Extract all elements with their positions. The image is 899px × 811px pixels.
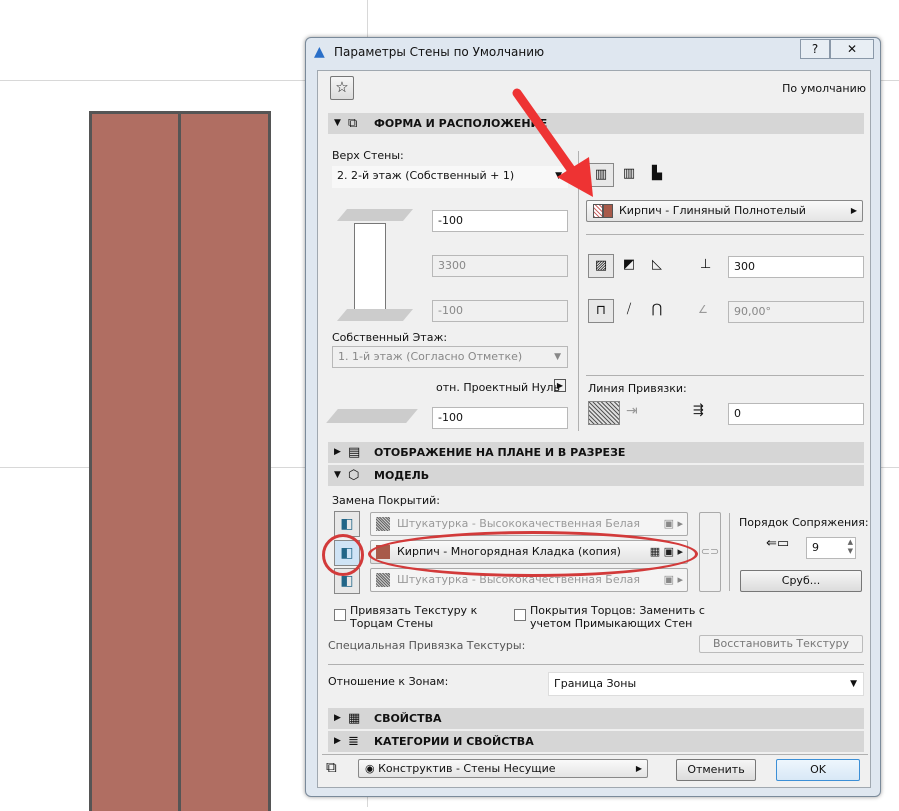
- section-plan-section[interactable]: ▶ ▤ ОТОБРАЖЕНИЕ НА ПЛАНЕ И В РАЗРЕЗЕ: [328, 442, 864, 463]
- reference-offset-field[interactable]: -100: [432, 407, 568, 429]
- wall-left[interactable]: [89, 111, 181, 811]
- annotation-ellipse: [368, 531, 698, 577]
- top-offset-field[interactable]: -100: [432, 210, 568, 232]
- angle-field[interactable]: 90,00°: [728, 301, 864, 323]
- priority-icon: ⇐▭: [766, 536, 790, 551]
- section-model[interactable]: ▼ ⬡ МОДЕЛЬ: [328, 465, 864, 486]
- vertical-wall-icon[interactable]: ⊓: [588, 299, 614, 323]
- thickness-icon: ⊥: [700, 257, 712, 272]
- archicad-logo-icon: ▲: [314, 44, 325, 60]
- close-button[interactable]: ✕: [830, 39, 874, 59]
- divider: [328, 664, 864, 665]
- layer-select[interactable]: ◉ Конструктив - Стены Несущие ▶: [358, 759, 648, 778]
- slanted-wall-icon[interactable]: ⧸: [616, 299, 642, 323]
- priority-label: Порядок Сопряжения:: [739, 516, 869, 529]
- model-icon: ⬡: [348, 468, 360, 483]
- eye-icon: ◉: [365, 762, 379, 775]
- edge-surfaces-checkbox[interactable]: [514, 609, 526, 621]
- reset-texture-button[interactable]: Восстановить Текстуру: [699, 635, 863, 653]
- edge-surfaces-label: Покрытия Торцов: Заменить с учетом Примы…: [530, 604, 705, 630]
- section-properties[interactable]: ▶ ▦ СВОЙСТВА: [328, 708, 864, 729]
- link-surfaces-icon[interactable]: ⊂⊃: [699, 512, 721, 592]
- divider: [729, 513, 730, 591]
- ok-button[interactable]: OK: [776, 759, 860, 781]
- composite-wall-icon[interactable]: ▥: [616, 163, 642, 187]
- top-label: Верх Стены:: [332, 149, 404, 162]
- texture-icon: ▣ ▸: [663, 517, 683, 530]
- building-material-select[interactable]: Кирпич - Глиняный Полнотелый ▶: [586, 200, 863, 222]
- reference-line-offset-field[interactable]: 0: [728, 403, 864, 425]
- surface-override-label: Замена Покрытий:: [332, 494, 441, 507]
- polygon-geometry-icon[interactable]: ◺: [644, 254, 670, 278]
- reference-arrow-button[interactable]: ▶: [554, 379, 566, 392]
- reference-diagram-icon: [326, 409, 418, 423]
- zones-select[interactable]: Граница Зоны ▼: [548, 672, 864, 696]
- reference-line-label: Линия Привязки:: [588, 382, 687, 395]
- categories-icon: ≣: [348, 734, 359, 749]
- priority-stepper[interactable]: 9 ▲ ▼: [806, 537, 856, 559]
- height-field[interactable]: 3300: [432, 255, 568, 277]
- divider: [586, 234, 864, 235]
- reference-offset-icon: ⇶: [693, 403, 704, 418]
- home-story-label: Собственный Этаж:: [332, 331, 448, 344]
- straight-geometry-icon[interactable]: ▨: [588, 254, 614, 278]
- properties-icon: ▦: [348, 711, 361, 726]
- annotation-circle: [322, 534, 364, 576]
- dialog-title: Параметры Стены по Умолчанию: [334, 45, 545, 59]
- log-button[interactable]: Сруб...: [740, 570, 862, 592]
- favorites-star-icon[interactable]: ☆: [330, 76, 354, 100]
- plan-icon: ▤: [348, 445, 361, 460]
- angle-icon: ∠: [698, 303, 708, 316]
- annotation-arrow: [512, 88, 593, 197]
- reference-label: отн. Проектный Нуль: [436, 381, 560, 394]
- cancel-button[interactable]: Отменить: [676, 759, 756, 781]
- profile-wall-icon[interactable]: ▙: [644, 163, 670, 187]
- trapezoid-geometry-icon[interactable]: ◩: [616, 254, 642, 278]
- layer-icon: ⧉: [326, 758, 337, 776]
- help-button[interactable]: ?: [800, 39, 830, 59]
- wrap-texture-checkbox[interactable]: [334, 609, 346, 621]
- divider: [322, 754, 868, 755]
- zones-label: Отношение к Зонам:: [328, 675, 449, 688]
- home-story-select[interactable]: 1. 1-й этаж (Согласно Отметке) ▼: [332, 346, 568, 368]
- bottom-offset-field[interactable]: -100: [432, 300, 568, 322]
- texture-icon: ▣ ▸: [663, 573, 683, 586]
- outside-face-icon[interactable]: ◧: [334, 511, 360, 537]
- double-slanted-wall-icon[interactable]: ⋂: [644, 299, 670, 323]
- wall-height-diagram-icon: [332, 209, 416, 324]
- favorites-default-label: По умолчанию: [782, 82, 866, 95]
- shape-icon: ⧉: [348, 116, 358, 131]
- reference-line-select[interactable]: [588, 401, 620, 425]
- divider: [586, 375, 864, 376]
- custom-texture-label: Специальная Привязка Текстуры:: [328, 639, 526, 652]
- flip-reference-icon[interactable]: ⇥: [626, 403, 638, 419]
- thickness-field[interactable]: 300: [728, 256, 864, 278]
- wrap-texture-label: Привязать Текстуру к Торцам Стены: [350, 604, 478, 630]
- section-categories[interactable]: ▶ ≣ КАТЕГОРИИ И СВОЙСТВА: [328, 731, 864, 752]
- wall-right[interactable]: [178, 111, 271, 811]
